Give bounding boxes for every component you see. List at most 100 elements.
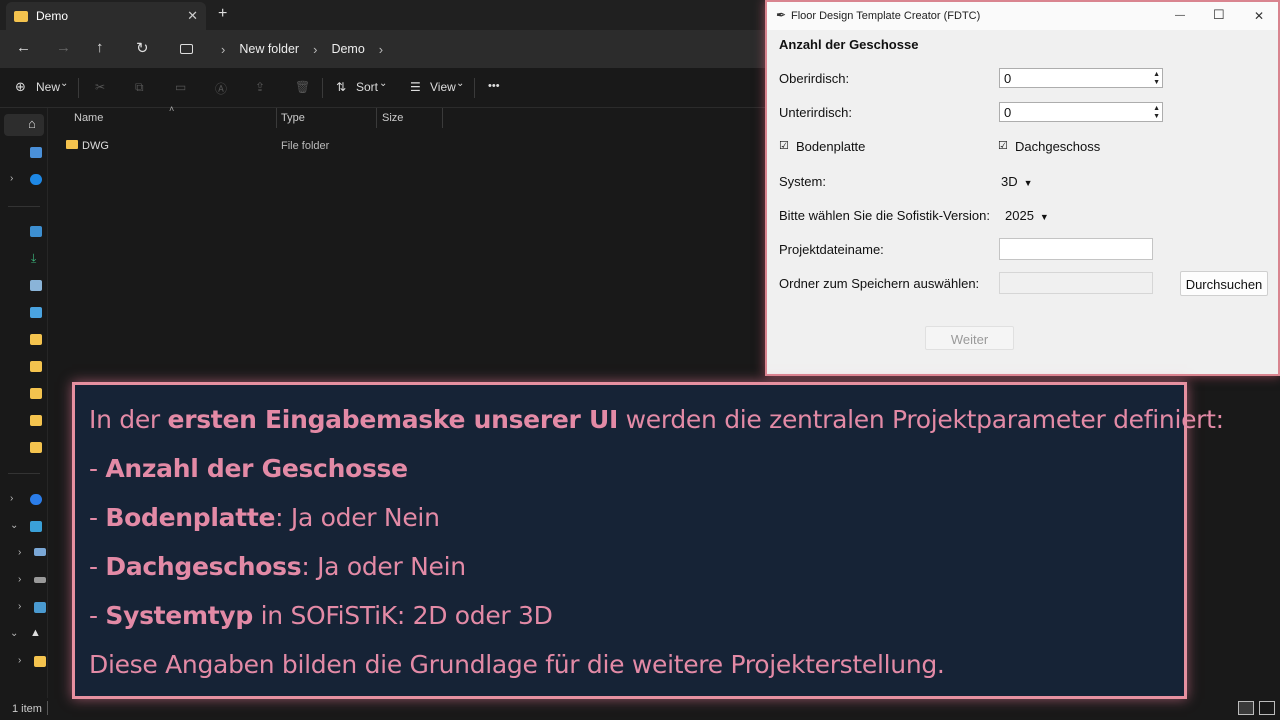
new-plus-icon[interactable]: ⊕ — [15, 79, 26, 95]
ordner-input[interactable] — [999, 272, 1153, 294]
sidebar-item-folder[interactable] — [0, 329, 48, 351]
sidebar-item-folder[interactable] — [0, 437, 48, 459]
paste-icon[interactable]: ▭ — [175, 80, 186, 94]
chevron-right-icon[interactable]: › — [18, 574, 21, 585]
forward-arrow-icon[interactable]: → — [56, 39, 71, 56]
close-button[interactable]: ✕ — [1254, 9, 1264, 23]
up-arrow-icon[interactable]: ↑ — [96, 39, 104, 56]
unterirdisch-spinbox[interactable]: 0 ▲ ▼ — [999, 102, 1163, 122]
minimize-button[interactable]: — — [1175, 10, 1185, 21]
dachgeschoss-checkbox[interactable]: ☑ — [998, 139, 1008, 152]
version-dropdown[interactable]: 2025 ▼ — [1005, 208, 1049, 223]
column-divider[interactable] — [442, 108, 443, 128]
projektdateiname-input[interactable] — [999, 238, 1153, 260]
sidebar-item-desktop[interactable] — [0, 221, 48, 243]
column-header-name[interactable]: Name — [74, 112, 103, 124]
dialog-titlebar[interactable]: ✒ Floor Design Template Creator (FDTC) —… — [767, 2, 1278, 30]
breadcrumb-demo[interactable]: Demo — [331, 42, 364, 56]
caption-line-4: - Dachgeschoss: Ja oder Nein — [89, 552, 466, 581]
fdtc-dialog: ✒ Floor Design Template Creator (FDTC) —… — [765, 0, 1280, 376]
details-view-icon[interactable] — [1238, 701, 1254, 715]
delete-icon[interactable]: 🗑 — [295, 80, 310, 94]
navigation-pane: ⌂ › ⤓ › ⌄ › › › ⌄ ▲ › — [0, 108, 48, 698]
chevron-down-icon[interactable]: ⌄ — [10, 520, 18, 531]
chevron-down-icon[interactable]: ⌄ — [10, 628, 18, 639]
sidebar-item-drive[interactable]: › — [0, 543, 48, 565]
spin-up-icon[interactable]: ▲ — [1153, 71, 1160, 79]
rename-icon[interactable]: Ⓐ — [215, 80, 227, 97]
copy-icon[interactable]: ⧉ — [135, 80, 144, 95]
sidebar-item-pictures[interactable] — [0, 302, 48, 324]
divider — [474, 78, 475, 98]
column-divider[interactable] — [376, 108, 377, 128]
chevron-right-icon[interactable]: › — [18, 547, 21, 558]
sort-icon[interactable]: ⇅ — [336, 80, 346, 94]
new-button[interactable]: New — [36, 80, 60, 94]
sidebar-item-linux[interactable]: ⌄ ▲ — [0, 624, 48, 646]
oberirdisch-value[interactable]: 0 — [1004, 71, 1011, 86]
caption-text: - — [89, 454, 106, 483]
chevron-right-icon[interactable]: › — [10, 173, 13, 184]
column-header-size[interactable]: Size — [382, 112, 403, 124]
breadcrumb-separator[interactable]: › — [221, 42, 225, 57]
column-divider[interactable] — [276, 108, 277, 128]
sidebar-item-cloud[interactable]: › — [0, 489, 48, 511]
caret-down-icon[interactable]: ▼ — [1024, 178, 1033, 188]
new-chevron-down-icon[interactable]: ⌄ — [60, 78, 68, 89]
chevron-right-icon[interactable]: › — [18, 601, 21, 612]
back-arrow-icon[interactable]: ← — [16, 39, 31, 56]
sidebar-item-folder[interactable]: › — [0, 651, 48, 673]
spin-down-icon[interactable]: ▼ — [1153, 79, 1160, 87]
sidebar-item-folder[interactable] — [0, 410, 48, 432]
bodenplatte-checkbox[interactable]: ☑ — [779, 139, 789, 152]
refresh-icon[interactable]: ↻ — [136, 39, 149, 57]
breadcrumb-separator[interactable]: › — [379, 42, 383, 57]
share-icon[interactable]: ⇪ — [255, 80, 265, 94]
sidebar-item-documents[interactable] — [0, 275, 48, 297]
breadcrumb[interactable]: › New folder › Demo › — [168, 34, 768, 64]
weiter-button[interactable]: Weiter — [925, 326, 1014, 350]
tab-demo[interactable]: Demo ✕ — [6, 2, 206, 30]
tiles-view-icon[interactable] — [1259, 701, 1275, 715]
version-value[interactable]: 2025 — [1005, 208, 1034, 223]
sidebar-item-folder[interactable] — [0, 383, 48, 405]
chevron-right-icon[interactable]: › — [10, 493, 13, 504]
this-pc-icon[interactable] — [180, 44, 193, 54]
view-chevron-down-icon[interactable]: ⌄ — [456, 78, 464, 89]
sidebar-item-drive[interactable]: › — [0, 570, 48, 592]
close-tab-icon[interactable]: ✕ — [187, 8, 198, 24]
sort-chevron-down-icon[interactable]: ⌄ — [379, 78, 387, 89]
dachgeschoss-label[interactable]: Dachgeschoss — [1015, 139, 1100, 154]
view-icon[interactable]: ☰ — [410, 80, 421, 94]
new-tab-button[interactable]: + — [218, 5, 227, 23]
sidebar-item-this-pc[interactable]: ⌄ — [0, 516, 48, 538]
chevron-right-icon[interactable]: › — [18, 655, 21, 666]
sort-button[interactable]: Sort — [356, 80, 378, 94]
cut-icon[interactable]: ✂ — [95, 80, 105, 94]
file-type: File folder — [281, 140, 330, 152]
durchsuchen-button[interactable]: Durchsuchen — [1180, 271, 1268, 296]
system-value[interactable]: 3D — [1001, 174, 1018, 189]
more-options-icon[interactable]: ••• — [488, 80, 500, 92]
view-button[interactable]: View — [430, 80, 456, 94]
breadcrumb-separator[interactable]: › — [313, 42, 317, 57]
maximize-button[interactable]: ☐ — [1213, 7, 1225, 23]
oberirdisch-label: Oberirdisch: — [779, 71, 850, 86]
column-header-type[interactable]: Type — [281, 112, 305, 124]
spin-down-icon[interactable]: ▼ — [1153, 113, 1160, 121]
spin-up-icon[interactable]: ▲ — [1153, 105, 1160, 113]
sidebar-item-folder[interactable] — [0, 356, 48, 378]
sidebar-item-network[interactable]: › — [0, 597, 48, 619]
bodenplatte-label[interactable]: Bodenplatte — [796, 139, 865, 154]
sidebar-item-onedrive[interactable]: › — [0, 169, 48, 191]
table-row[interactable]: DWG File folder — [64, 138, 584, 158]
oberirdisch-spinbox[interactable]: 0 ▲ ▼ — [999, 68, 1163, 88]
caret-down-icon[interactable]: ▼ — [1040, 212, 1049, 222]
sidebar-item-home[interactable]: ⌂ — [4, 114, 44, 136]
system-dropdown[interactable]: 3D ▼ — [1001, 174, 1033, 189]
breadcrumb-new-folder[interactable]: New folder — [239, 42, 299, 56]
unterirdisch-value[interactable]: 0 — [1004, 105, 1011, 120]
sidebar-item-downloads[interactable]: ⤓ — [0, 248, 48, 270]
divider — [322, 78, 323, 98]
sidebar-item-gallery[interactable] — [0, 142, 48, 164]
